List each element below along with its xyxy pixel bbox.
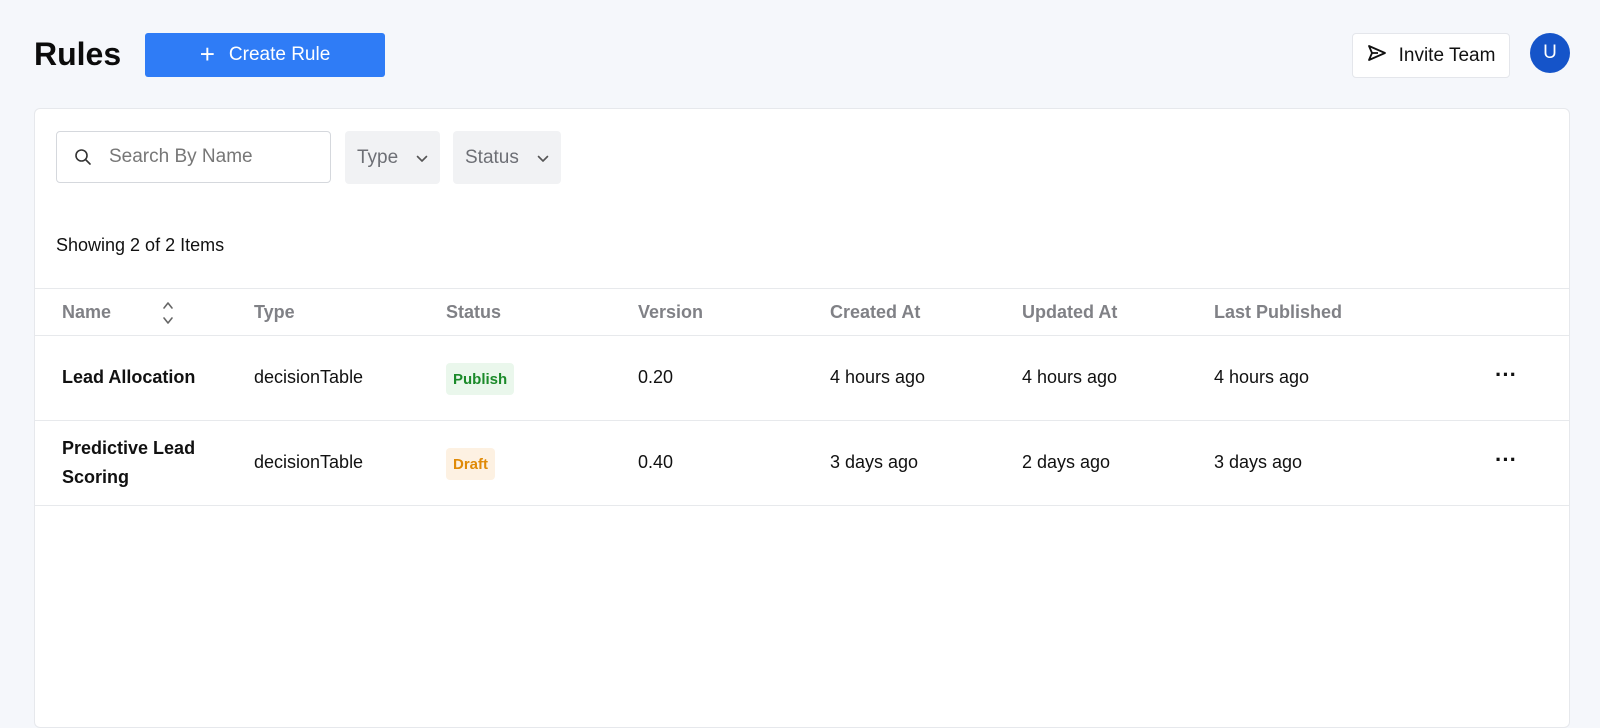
search-field[interactable] xyxy=(56,131,331,183)
rules-card: Type Status Showing 2 of 2 Items Name Ty… xyxy=(34,108,1570,728)
table-row[interactable]: Predictive Lead Scoring decisionTable Dr… xyxy=(35,421,1569,506)
rule-last-published: 3 days ago xyxy=(1214,452,1303,472)
invite-team-button[interactable]: Invite Team xyxy=(1352,33,1510,78)
more-actions-icon[interactable]: ··· xyxy=(1495,449,1517,471)
send-icon xyxy=(1367,44,1387,68)
rule-updated-at: 2 days ago xyxy=(1022,452,1111,472)
plus-icon: + xyxy=(199,39,215,69)
page-title: Rules xyxy=(34,36,122,72)
sort-icon[interactable] xyxy=(162,300,174,331)
rule-version: 0.40 xyxy=(638,452,674,472)
column-header-last-published: Last Published xyxy=(1214,302,1343,322)
status-filter-label: Status xyxy=(465,146,519,168)
rule-version: 0.20 xyxy=(638,367,674,387)
rule-name[interactable]: Predictive Lead Scoring xyxy=(62,434,212,492)
type-filter-label: Type xyxy=(357,146,399,168)
create-rule-label: Create Rule xyxy=(228,44,331,65)
avatar[interactable]: U xyxy=(1530,33,1570,73)
column-header-version: Version xyxy=(638,302,704,322)
page-header: Rules + Create Rule Invite Team U xyxy=(0,0,1600,108)
rule-type: decisionTable xyxy=(254,452,364,472)
rule-created-at: 3 days ago xyxy=(830,452,919,472)
create-rule-button[interactable]: + Create Rule xyxy=(145,33,385,77)
column-header-updated-at: Updated At xyxy=(1022,302,1118,322)
search-icon xyxy=(57,148,109,166)
rule-type: decisionTable xyxy=(254,367,364,387)
column-header-name[interactable]: Name xyxy=(62,302,173,324)
rule-updated-at: 4 hours ago xyxy=(1022,367,1118,387)
column-header-created-at: Created At xyxy=(830,302,921,322)
status-filter-dropdown[interactable]: Status xyxy=(453,131,561,184)
column-header-status: Status xyxy=(446,302,502,322)
table-row[interactable]: Lead Allocation decisionTable Publish 0.… xyxy=(35,336,1569,421)
type-filter-dropdown[interactable]: Type xyxy=(345,131,440,184)
rule-created-at: 4 hours ago xyxy=(830,367,926,387)
chevron-down-icon xyxy=(537,147,549,169)
chevron-down-icon xyxy=(416,147,428,169)
items-count-text: Showing 2 of 2 Items xyxy=(56,235,225,255)
status-badge: Draft xyxy=(446,448,496,480)
invite-team-label: Invite Team xyxy=(1398,44,1496,66)
rules-table: Name Type Status Version Created At Upda… xyxy=(35,288,1569,506)
search-input[interactable] xyxy=(109,146,319,168)
rule-name[interactable]: Lead Allocation xyxy=(62,363,212,392)
column-header-type: Type xyxy=(254,302,295,322)
more-actions-icon[interactable]: ··· xyxy=(1495,364,1517,386)
column-header-label: Name xyxy=(62,302,112,322)
status-badge: Publish xyxy=(446,363,515,395)
table-header: Name Type Status Version Created At Upda… xyxy=(35,288,1569,336)
rule-last-published: 4 hours ago xyxy=(1214,367,1310,387)
